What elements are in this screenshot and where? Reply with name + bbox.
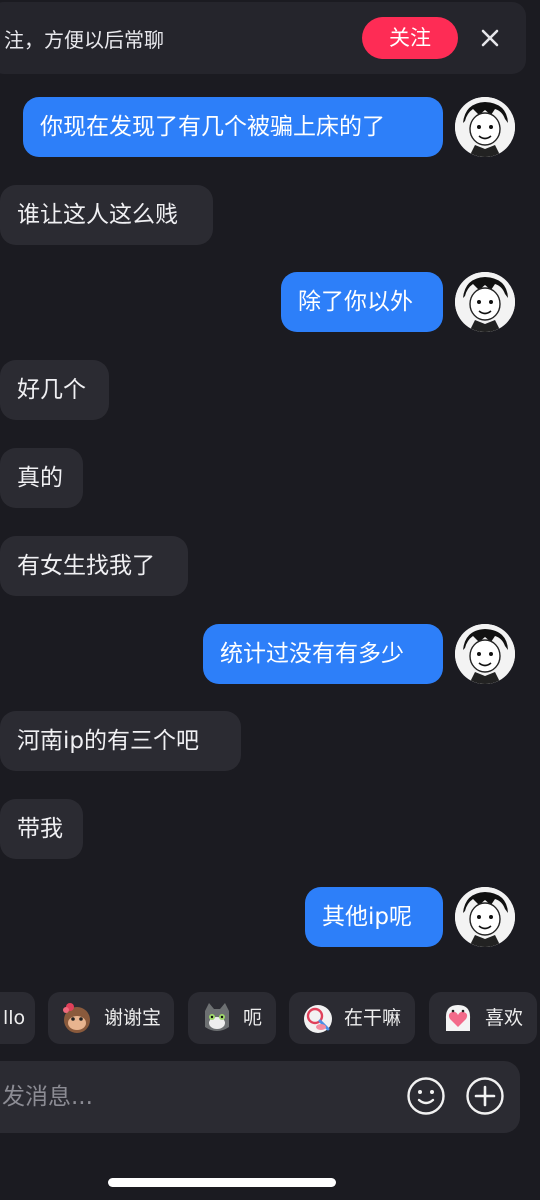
- follow-button[interactable]: 关注: [362, 17, 458, 59]
- emoji-icon[interactable]: [406, 1076, 446, 1116]
- message-bubble-incoming[interactable]: 有女生找我了: [0, 536, 188, 596]
- quick-reply-chip[interactable]: 呃: [188, 992, 276, 1044]
- magnifier-emoji-icon: [301, 1001, 335, 1035]
- message-bubble-incoming[interactable]: 河南ip的有三个吧: [0, 711, 241, 771]
- message-bubble-incoming[interactable]: 谁让这人这么贱: [0, 185, 213, 245]
- message-bubble-incoming[interactable]: 真的: [0, 448, 83, 508]
- message-bubble-outgoing[interactable]: 你现在发现了有几个被骗上床的了: [23, 97, 443, 157]
- quick-reply-chip[interactable]: 谢谢宝: [48, 992, 174, 1044]
- quick-reply-chip[interactable]: llo: [0, 992, 35, 1044]
- message-bubble-incoming[interactable]: 好几个: [0, 360, 109, 420]
- avatar[interactable]: [455, 272, 515, 332]
- heart-emoji-icon: [441, 1001, 475, 1035]
- quick-reply-chip[interactable]: 喜欢: [429, 992, 537, 1044]
- message-input-placeholder: 发消息...: [2, 1084, 93, 1110]
- message-bubble-outgoing[interactable]: 统计过没有有多少: [203, 624, 443, 684]
- monkey-flower-emoji-icon: [60, 1001, 94, 1035]
- quick-reply-label: 呃: [243, 1007, 263, 1029]
- quick-reply-label: llo: [3, 1007, 26, 1029]
- home-indicator[interactable]: [108, 1178, 336, 1187]
- close-icon[interactable]: [474, 22, 506, 54]
- avatar[interactable]: [455, 97, 515, 157]
- quick-reply-label: 喜欢: [485, 1007, 524, 1029]
- avatar[interactable]: [455, 624, 515, 684]
- avatar[interactable]: [455, 887, 515, 947]
- add-icon[interactable]: [465, 1076, 505, 1116]
- quick-reply-chip[interactable]: 在干嘛: [289, 992, 415, 1044]
- quick-reply-label: 谢谢宝: [104, 1007, 162, 1029]
- quick-reply-label: 在干嘛: [344, 1007, 402, 1029]
- follow-banner-text: 注，方便以后常聊: [4, 28, 164, 52]
- message-bubble-outgoing[interactable]: 其他ip呢: [305, 887, 443, 947]
- cat-emoji-icon: [200, 1001, 234, 1035]
- follow-banner: 注，方便以后常聊 关注: [0, 2, 526, 74]
- message-bubble-outgoing[interactable]: 除了你以外: [281, 272, 443, 332]
- message-bubble-incoming[interactable]: 带我: [0, 799, 83, 859]
